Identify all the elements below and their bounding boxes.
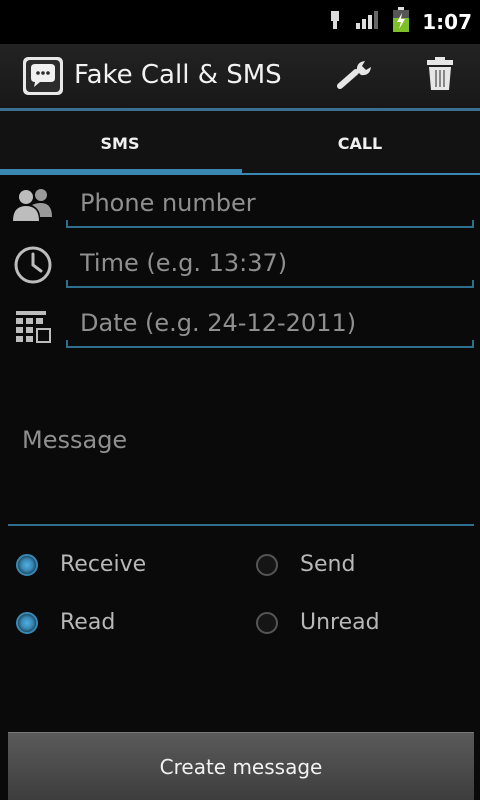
battery-icon — [392, 7, 410, 37]
settings-button[interactable] — [334, 54, 378, 98]
clock: 1:07 — [422, 10, 472, 34]
radio-button-checked[interactable] — [16, 553, 38, 576]
field-corner — [66, 220, 68, 228]
delete-button[interactable] — [418, 54, 462, 98]
radio-label: Unread — [300, 610, 380, 635]
field-corner — [66, 340, 68, 348]
tab-call[interactable]: CALL — [240, 111, 480, 175]
trash-icon — [425, 56, 455, 96]
radio-label: Send — [300, 552, 356, 577]
field-corner — [472, 340, 474, 348]
date-input[interactable] — [66, 300, 474, 348]
radio-unread[interactable]: Unread — [256, 610, 380, 635]
radio-button[interactable] — [256, 611, 278, 634]
radio-receive[interactable]: Receive — [16, 552, 146, 577]
create-message-button[interactable]: Create message — [8, 732, 474, 800]
app-title: Fake Call & SMS — [74, 60, 282, 90]
status-icons: 1:07 — [328, 7, 472, 37]
usb-icon — [328, 9, 342, 35]
status-bar: 1:07 — [0, 0, 480, 44]
tab-bar: SMS CALL — [0, 111, 480, 175]
radio-button-checked[interactable] — [16, 611, 38, 634]
time-input[interactable] — [66, 240, 474, 288]
radio-send[interactable]: Send — [256, 552, 355, 577]
clock-icon[interactable] — [10, 242, 56, 288]
tab-sms[interactable]: SMS — [0, 111, 240, 175]
calendar-icon[interactable] — [10, 302, 56, 348]
message-input[interactable] — [8, 400, 474, 526]
radio-button[interactable] — [256, 553, 278, 576]
radio-read[interactable]: Read — [16, 610, 115, 635]
contacts-icon[interactable] — [10, 182, 56, 228]
wrench-icon — [336, 56, 376, 96]
tab-indicator — [0, 169, 242, 175]
radio-label: Read — [60, 610, 116, 635]
field-corner — [472, 220, 474, 228]
radio-label: Receive — [60, 552, 147, 577]
field-corner — [66, 280, 68, 288]
phone-number-input[interactable] — [66, 180, 474, 228]
app-icon — [22, 56, 64, 96]
signal-icon — [354, 9, 380, 35]
field-corner — [472, 280, 474, 288]
action-bar: Fake Call & SMS — [0, 44, 480, 111]
